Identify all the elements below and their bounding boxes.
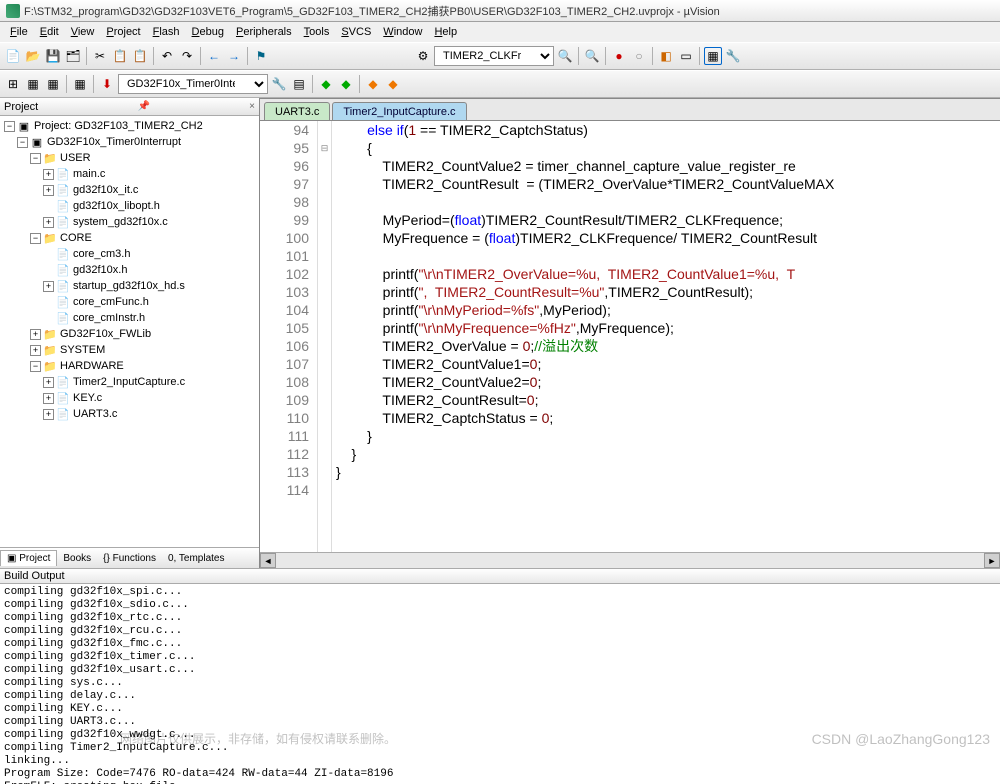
tree-item[interactable]: +📄UART3.c	[0, 406, 259, 422]
tree-item[interactable]: 📄core_cmInstr.h	[0, 310, 259, 326]
watermark-note: 网络图片仅供展示，非存储，如有侵权请联系删除。	[120, 730, 396, 747]
tree-item[interactable]: −📁HARDWARE	[0, 358, 259, 374]
scroll-right-icon[interactable]: ►	[984, 553, 1000, 568]
new-icon[interactable]: 📄	[4, 47, 22, 65]
tree-item[interactable]: 📄core_cm3.h	[0, 246, 259, 262]
cut-icon[interactable]: ✂	[91, 47, 109, 65]
wnd-icon[interactable]: ◧	[657, 47, 675, 65]
tree-item[interactable]: +📄gd32f10x_it.c	[0, 182, 259, 198]
toolbox-icon[interactable]: ▦	[704, 47, 722, 65]
tree-item[interactable]: +📁GD32F10x_FWLib	[0, 326, 259, 342]
panel-tab[interactable]: ▣ Project	[0, 550, 57, 566]
undo-icon[interactable]: ↶	[158, 47, 176, 65]
target-combo[interactable]: TIMER2_CLKFrequence	[434, 46, 554, 66]
save-icon[interactable]: 💾	[44, 47, 62, 65]
project-tree[interactable]: −▣Project: GD32F103_TIMER2_CH2−▣GD32F10x…	[0, 116, 259, 547]
bp2-icon[interactable]: ○	[630, 47, 648, 65]
tree-item[interactable]: −▣GD32F10x_Timer0Interrupt	[0, 134, 259, 150]
nav-back-icon[interactable]: ←	[205, 47, 223, 65]
project-panel: Project 📌 × −▣Project: GD32F103_TIMER2_C…	[0, 98, 260, 568]
batch-icon[interactable]: ▦	[71, 75, 89, 93]
bookmark-icon[interactable]: ⚑	[252, 47, 270, 65]
debug-icon[interactable]: 🔍	[583, 47, 601, 65]
build2-icon[interactable]: ▦	[24, 75, 42, 93]
title-bar: F:\STM32_program\GD32\GD32F103VET6_Progr…	[0, 0, 1000, 22]
tree-item[interactable]: +📄startup_gd32f10x_hd.s	[0, 278, 259, 294]
menu-peripherals[interactable]: Peripherals	[230, 24, 298, 40]
tree-item[interactable]: −▣Project: GD32F103_TIMER2_CH2	[0, 118, 259, 134]
editor-body[interactable]: 9495969798991001011021031041051061071081…	[260, 121, 1000, 552]
menu-svcs[interactable]: SVCS	[335, 24, 377, 40]
wrench-icon[interactable]: 🔧	[724, 47, 742, 65]
menu-project[interactable]: Project	[100, 24, 146, 40]
tree-item[interactable]: +📄system_gd32f10x.c	[0, 214, 259, 230]
project-panel-tabs: ▣ ProjectBooks{} Functions0, Templates	[0, 547, 259, 568]
menu-flash[interactable]: Flash	[147, 24, 186, 40]
build-output[interactable]: compiling gd32f10x_spi.c... compiling gd…	[0, 584, 1000, 784]
build-icon[interactable]: ⚙	[414, 47, 432, 65]
panel-close-icon[interactable]: ×	[249, 101, 255, 112]
pack-orange-icon[interactable]: ◆	[364, 75, 382, 93]
panel-tab[interactable]: 0, Templates	[162, 551, 231, 566]
build-output-header: Build Output	[0, 568, 1000, 584]
tree-item[interactable]: 📄gd32f10x_libopt.h	[0, 198, 259, 214]
panel-pin-icon[interactable]: 📌	[137, 101, 149, 112]
editor-tabs: UART3.cTimer2_InputCapture.c	[260, 99, 1000, 121]
redo-icon[interactable]: ↷	[178, 47, 196, 65]
open-icon[interactable]: 📂	[24, 47, 42, 65]
tree-item[interactable]: +📁SYSTEM	[0, 342, 259, 358]
code-text[interactable]: else if(1 == TIMER2_CaptchStatus) { TIME…	[332, 121, 1000, 552]
pack-orange2-icon[interactable]: ◆	[384, 75, 402, 93]
translate-icon[interactable]: ⊞	[4, 75, 22, 93]
tree-item[interactable]: +📄Timer2_InputCapture.c	[0, 374, 259, 390]
nav-fwd-icon[interactable]: →	[225, 47, 243, 65]
toolbar-2: ⊞ ▦ ▦ ▦ ⬇ GD32F10x_Timer0Interru 🔧 ▤ ◆ ◆…	[0, 70, 1000, 98]
editor-area: UART3.cTimer2_InputCapture.c 94959697989…	[260, 98, 1000, 568]
options-icon[interactable]: 🔧	[270, 75, 288, 93]
tree-item[interactable]: −📁USER	[0, 150, 259, 166]
menu-view[interactable]: View	[65, 24, 101, 40]
window-title: F:\STM32_program\GD32\GD32F103VET6_Progr…	[24, 3, 720, 19]
menu-window[interactable]: Window	[377, 24, 428, 40]
toolbar-1: 📄 📂 💾 🗂 ✂ 📋 📋 ↶ ↷ ← → ⚑ ⚙ TIMER2_CLKFreq…	[0, 42, 1000, 70]
manage-icon[interactable]: ▤	[290, 75, 308, 93]
tree-item[interactable]: +📄KEY.c	[0, 390, 259, 406]
find-icon[interactable]: 🔍	[556, 47, 574, 65]
paste-icon[interactable]: 📋	[131, 47, 149, 65]
download-icon[interactable]: ⬇	[98, 75, 116, 93]
pack-green-icon[interactable]: ◆	[317, 75, 335, 93]
tree-item[interactable]: 📄gd32f10x.h	[0, 262, 259, 278]
project-target-combo[interactable]: GD32F10x_Timer0Interru	[118, 74, 268, 94]
app-icon	[6, 4, 20, 18]
tree-item[interactable]: +📄main.c	[0, 166, 259, 182]
wnd2-icon[interactable]: ▭	[677, 47, 695, 65]
horizontal-scrollbar[interactable]: ◄ ►	[260, 552, 1000, 568]
bp-icon[interactable]: ●	[610, 47, 628, 65]
scroll-left-icon[interactable]: ◄	[260, 553, 276, 568]
line-number-gutter: 9495969798991001011021031041051061071081…	[260, 121, 318, 552]
menu-bar: FileEditViewProjectFlashDebugPeripherals…	[0, 22, 1000, 42]
rebuild-icon[interactable]: ▦	[44, 75, 62, 93]
project-panel-header: Project 📌 ×	[0, 98, 259, 116]
menu-edit[interactable]: Edit	[34, 24, 65, 40]
pack-green2-icon[interactable]: ◆	[337, 75, 355, 93]
panel-tab[interactable]: Books	[57, 551, 97, 566]
menu-help[interactable]: Help	[428, 24, 463, 40]
saveall-icon[interactable]: 🗂	[64, 47, 82, 65]
tree-item[interactable]: −📁CORE	[0, 230, 259, 246]
menu-tools[interactable]: Tools	[298, 24, 336, 40]
editor-tab[interactable]: Timer2_InputCapture.c	[332, 102, 466, 120]
tree-item[interactable]: 📄core_cmFunc.h	[0, 294, 259, 310]
fold-column[interactable]: ⊟	[318, 121, 332, 552]
menu-file[interactable]: File	[4, 24, 34, 40]
panel-tab[interactable]: {} Functions	[97, 551, 162, 566]
copy-icon[interactable]: 📋	[111, 47, 129, 65]
menu-debug[interactable]: Debug	[186, 24, 230, 40]
watermark: CSDN @LaoZhangGong123	[812, 731, 990, 747]
editor-tab[interactable]: UART3.c	[264, 102, 330, 120]
